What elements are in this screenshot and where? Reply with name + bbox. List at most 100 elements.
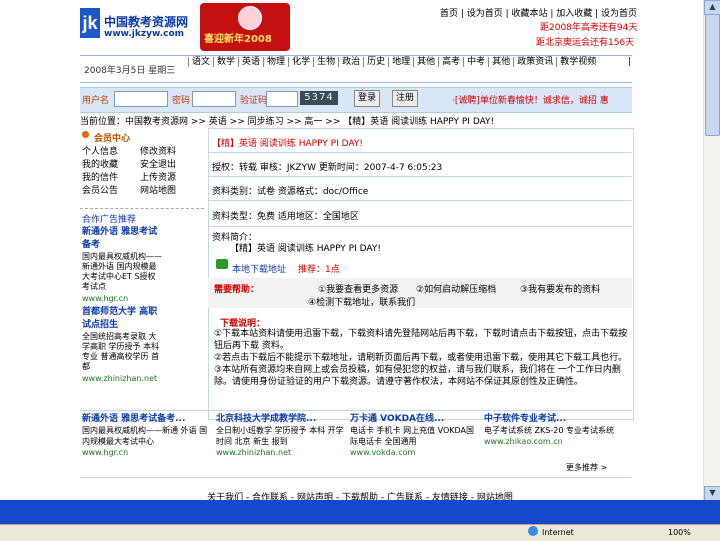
download-note: ②若点击下载后不能提示下载地址，请刷新页面后再下载，或者使用迅雷下载，使用其它下… [214, 353, 628, 363]
article-title: 【精】英语 阅读训练 HAPPY PI DAY! [212, 139, 363, 149]
divider [208, 176, 632, 177]
member-link[interactable]: 网站地图 [140, 185, 176, 198]
captcha-image[interactable]: 5374 [300, 91, 338, 105]
password-input[interactable] [192, 91, 236, 107]
ad-url[interactable]: www.zhinizhan.net [216, 447, 346, 458]
divider [208, 152, 632, 153]
partner-ads-header: 合作广告推荐 [82, 215, 137, 225]
bottom-ad[interactable]: 中子软件专业考试... 电子考试系统 ZKS-20 专业考试系统 www.zhi… [484, 414, 614, 447]
nav-menu: 语文 数学 英语 物理 化学 生物 政治 历史 地理 其他 高考 中考 其他 政策资讯 教学视频 [188, 57, 632, 67]
nav-item[interactable]: 数学 [213, 57, 238, 67]
member-link[interactable]: 会员公告 [82, 185, 118, 198]
help-link-1[interactable]: ①我要查看更多资源 [318, 282, 398, 295]
bottom-ad[interactable]: 新通外语 雅思考试备考... 国内最具权威机构——新通 外语 国内规模最大考试中… [82, 414, 212, 458]
zoom-level[interactable]: 100% [668, 528, 691, 537]
bottom-ad[interactable]: 北京科技大学成教学院... 全日制小班教学 学历授予 本科 开学时间 北京 新生… [216, 414, 346, 458]
nav-item[interactable]: 英语 [238, 57, 263, 67]
help-link-2[interactable]: ②如何启动解压缩档 [416, 282, 496, 295]
nav-item[interactable]: 历史 [363, 57, 388, 67]
sidebar-divider [80, 208, 204, 209]
member-link[interactable]: 上传资源 [140, 172, 176, 185]
gaokao-countdown: 距2008年高考还有94天 [540, 23, 638, 33]
member-link[interactable]: 修改资料 [140, 146, 176, 159]
divider [208, 226, 632, 227]
bottom-ad[interactable]: 万卡通 VOKDA在线... 电话卡 手机卡 网上充值 VOKDA国际电话卡 全… [350, 414, 480, 458]
ad-body: 电话卡 手机卡 网上充值 VOKDA国际电话卡 全国通用 [350, 426, 474, 446]
scroll-thumb[interactable] [705, 14, 720, 136]
ad-title[interactable]: 新通外语 雅思考试备考... [82, 414, 212, 425]
username-label: 用户名 [82, 96, 110, 106]
divider [208, 200, 632, 201]
download-notes: ①下载本站资料请使用迅雷下载，下载资料请先登陆网站后再下载，下载时请点击下载按钮… [214, 328, 628, 388]
ad-title[interactable]: 万卡通 VOKDA在线... [350, 414, 480, 425]
ad-body: 全日制小班教学 学历授予 本科 开学时间 北京 新生 报到 [216, 426, 344, 446]
olympics-countdown: 距北京奥运会还有156天 [536, 38, 635, 48]
nav-item[interactable]: 生物 [313, 57, 338, 67]
ad-url[interactable]: www.hgr.cn [82, 447, 212, 458]
member-center-title: 会员中心 [94, 134, 131, 144]
help-link-3[interactable]: ③我有要发布的资料 [520, 282, 600, 295]
member-links-col2: 修改资料 安全退出 上传资源 网站地图 [140, 146, 176, 198]
captcha-input[interactable] [266, 91, 298, 107]
pig-mascot-icon [238, 6, 262, 30]
nav-item[interactable]: 物理 [263, 57, 288, 67]
security-zone: Internet [542, 528, 574, 537]
nav-item[interactable]: 语文 [188, 57, 213, 67]
help-link-4[interactable]: ④检测下载地址，联系我们 [308, 295, 415, 308]
nav-item[interactable]: 高考 [438, 57, 463, 67]
nav-item[interactable]: 其他 [488, 57, 513, 67]
banner-text: 喜迎新年2008 [204, 34, 272, 45]
download-link[interactable]: 本地下载地址 [232, 262, 286, 275]
top-links[interactable]: 首页 | 设为首页 | 收藏本站 | 加入收藏 | 设为首页 [440, 6, 637, 19]
ad-body: 电子考试系统 ZKS-20 专业考试系统 [484, 426, 614, 435]
internet-zone-icon [528, 526, 538, 536]
captcha-label: 验证码 [240, 96, 268, 106]
nav-item[interactable]: 其他 [413, 57, 438, 67]
nav-item[interactable]: 中考 [463, 57, 488, 67]
ad-title[interactable]: 中子软件专业考试... [484, 414, 614, 425]
download-icon [216, 259, 228, 269]
site-logo-mark[interactable]: jk [80, 8, 100, 38]
download-note: ③本站所有资源均来自网上或会员投稿，如有侵犯您的权益，请与我们联系，我们将在 一… [214, 365, 621, 387]
member-link[interactable]: 个人信息 [82, 146, 118, 159]
member-links-col1: 个人信息 我的收藏 我的信件 会员公告 [82, 146, 118, 198]
scroll-up-button[interactable]: ▲ [704, 0, 720, 15]
nav-item[interactable]: 政治 [338, 57, 363, 67]
more-ads-link[interactable]: 更多推荐 > [566, 462, 607, 473]
ad-url[interactable]: www.zhikao.com.cn [484, 436, 614, 447]
sidebar-ad-title[interactable]: 首都师范大学 高职 试点招生 [82, 306, 162, 332]
sidebar-ad-body: 全国统招高考录取 大学高职 学历授予 本科 专业 普通高校学历 首都 [82, 332, 160, 371]
username-input[interactable] [114, 91, 168, 107]
password-label: 密码 [172, 96, 191, 106]
member-link[interactable]: 我的信件 [82, 172, 118, 185]
nav-item[interactable]: 政策资讯 [513, 57, 556, 67]
help-label: 需要帮助： [214, 285, 260, 295]
browser-bottom-bar [0, 500, 720, 524]
sidebar-ad-2[interactable]: 首都师范大学 高职 试点招生 全国统招高考录取 大学高职 学历授予 本科 专业 … [82, 306, 162, 385]
register-button[interactable]: 注册 [392, 90, 418, 107]
sidebar-ad-url[interactable]: www.zhinizhan.net [82, 372, 162, 385]
sidebar-ad-title[interactable]: 新通外语 雅思考试备考 [82, 226, 162, 252]
sidebar-ad-1[interactable]: 新通外语 雅思考试备考 国内最具权威机构——新通外语 国内规模最大考试中心ET … [82, 226, 162, 305]
site-logo-name[interactable]: 中国教考资源网 [104, 13, 188, 30]
ad-body: 国内最具权威机构——新通 外语 国内规模最大考试中心 [82, 426, 208, 446]
nav-item[interactable]: 教学视频 [556, 57, 599, 67]
article-meta-1: 授权：转载 审核：JKZYW 更新时间：2007-4-7 6:05:23 [212, 163, 443, 173]
download-note: ①下载本站资料请使用迅雷下载，下载资料请先登陆网站后再下载，下载时请点击下载按钮… [214, 329, 628, 351]
nav-separator: | [628, 57, 632, 67]
sidebar-ad-url[interactable]: www.hgr.cn [82, 292, 162, 305]
login-button[interactable]: 登录 [354, 90, 380, 107]
breadcrumb[interactable]: 当前位置：中国教考资源网 >> 英语 >> 同步练习 >> 高一 >> 【精】英… [80, 114, 494, 127]
member-link[interactable]: 安全退出 [140, 159, 176, 172]
site-logo-url: www.jkzyw.com [104, 29, 185, 39]
nav-item[interactable]: 地理 [388, 57, 413, 67]
article-meta-2: 资料类别：试卷 资源格式：doc/Office [212, 187, 369, 197]
article-meta-3: 资料类型：免费 适用地区：全国地区 [212, 212, 359, 222]
promo-marquee[interactable]: ·[诚聘]单位新春愉快！诚求信，诚招 惠 [452, 93, 609, 106]
ad-url[interactable]: www.vokda.com [350, 447, 480, 458]
member-link[interactable]: 我的收藏 [82, 159, 118, 172]
nav-item[interactable]: 化学 [288, 57, 313, 67]
ad-title[interactable]: 北京科技大学成教学院... [216, 414, 346, 425]
download-points: 推荐：1点 [298, 265, 340, 275]
sidebar-ad-body: 国内最具权威机构——新通外语 国内规模最大考试中心ET S授权考试点 [82, 252, 162, 291]
